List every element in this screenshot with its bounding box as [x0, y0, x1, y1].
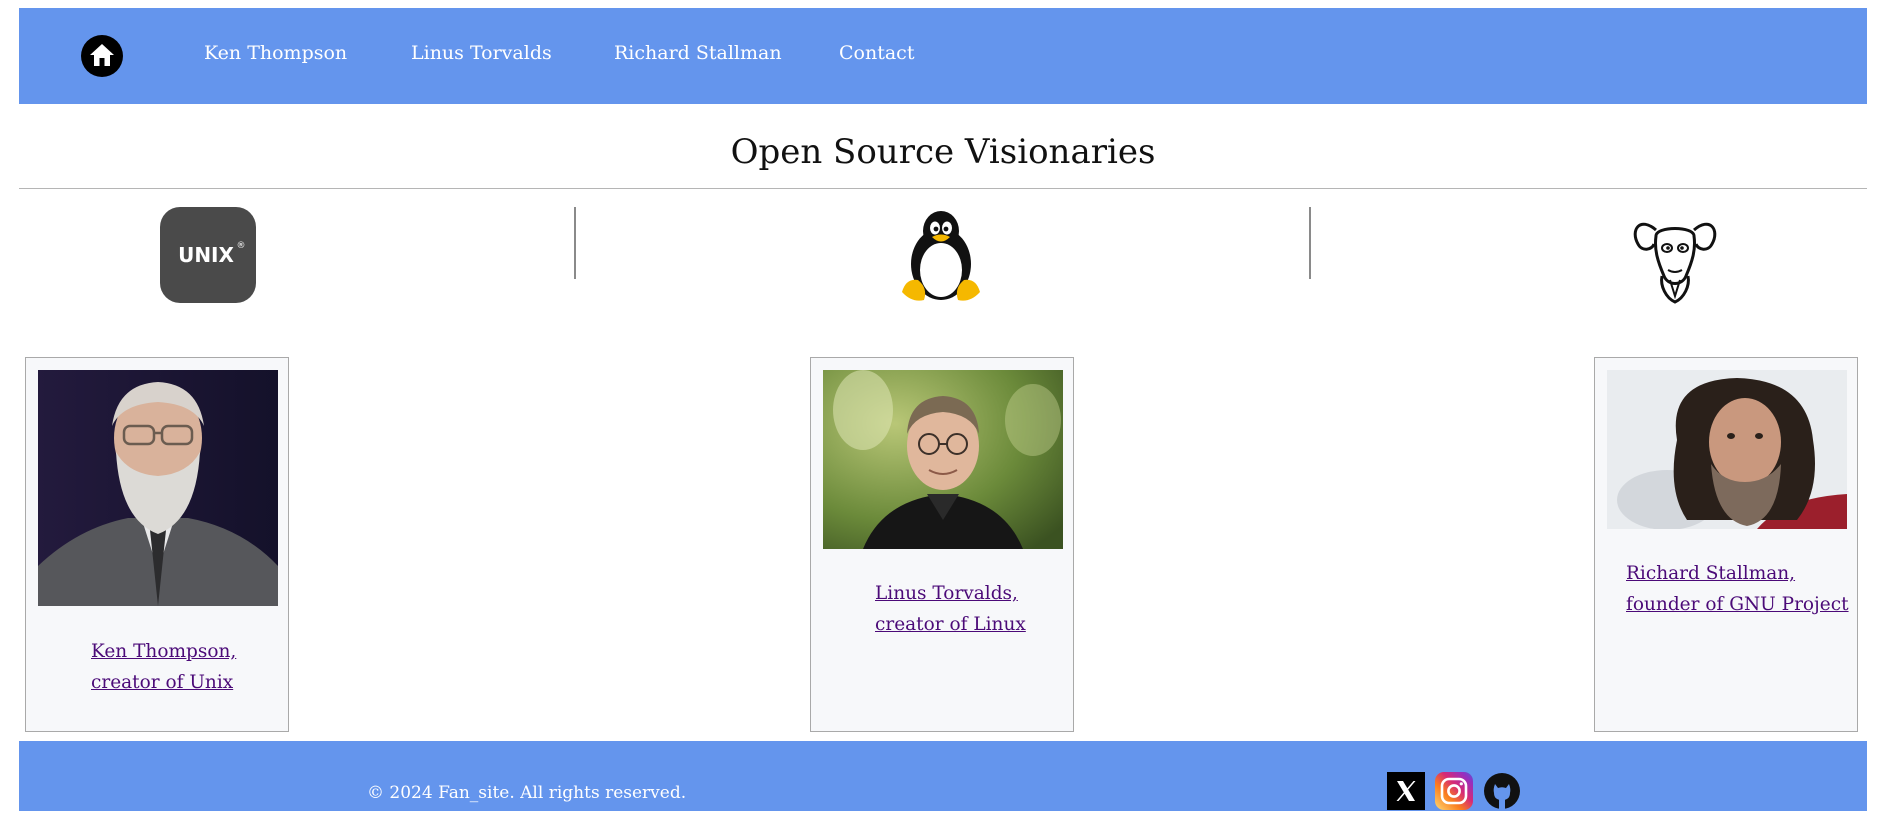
- ken-thompson-link[interactable]: Ken Thompson, creator of Unix: [91, 636, 236, 698]
- page-title: Open Source Visionaries: [730, 132, 1156, 172]
- instagram-icon[interactable]: [1435, 772, 1473, 810]
- site-footer: © 2024 Fan_site. All rights reserved.: [19, 741, 1867, 811]
- copyright-text: © 2024 Fan_site. All rights reserved.: [367, 783, 687, 803]
- page-frame: Ken Thompson Linus Torvalds Richard Stal…: [19, 8, 1867, 811]
- richard-stallman-photo: [1607, 370, 1847, 529]
- github-icon[interactable]: [1483, 772, 1521, 810]
- gnu-head-logo: [1626, 206, 1724, 304]
- caption-line: creator of Linux: [875, 614, 1026, 635]
- card-linus-torvalds: Linus Torvalds, creator of Linux: [810, 357, 1074, 732]
- richard-stallman-link[interactable]: Richard Stallman, founder of GNU Project: [1626, 558, 1849, 620]
- column-divider: [574, 207, 576, 279]
- ken-thompson-photo: [38, 370, 278, 606]
- home-button[interactable]: [81, 35, 123, 77]
- caption-line: Linus Torvalds,: [875, 583, 1018, 604]
- nav-link-richard-stallman[interactable]: Richard Stallman: [614, 42, 782, 64]
- caption-line: creator of Unix: [91, 672, 234, 693]
- nav-link-ken-thompson[interactable]: Ken Thompson: [204, 42, 347, 64]
- caption-line: founder of GNU Project: [1626, 594, 1849, 615]
- top-navbar: Ken Thompson Linus Torvalds Richard Stal…: [19, 8, 1867, 104]
- unix-logo: UNIX ®: [159, 206, 257, 304]
- caption-line: Richard Stallman,: [1626, 563, 1796, 584]
- home-icon: [90, 44, 114, 66]
- x-icon[interactable]: [1387, 772, 1425, 810]
- linus-torvalds-photo: [823, 370, 1063, 549]
- title-divider: [19, 188, 1867, 189]
- unix-logo-text: UNIX: [178, 243, 234, 267]
- card-ken-thompson: Ken Thompson, creator of Unix: [25, 357, 289, 732]
- nav-link-contact[interactable]: Contact: [839, 42, 914, 64]
- card-richard-stallman: Richard Stallman, founder of GNU Project: [1594, 357, 1858, 732]
- linus-torvalds-link[interactable]: Linus Torvalds, creator of Linux: [875, 578, 1026, 640]
- column-divider: [1309, 207, 1311, 279]
- registered-mark: ®: [237, 241, 246, 251]
- nav-link-linus-torvalds[interactable]: Linus Torvalds: [411, 42, 552, 64]
- caption-line: Ken Thompson,: [91, 641, 237, 662]
- tux-penguin-logo: [892, 206, 990, 304]
